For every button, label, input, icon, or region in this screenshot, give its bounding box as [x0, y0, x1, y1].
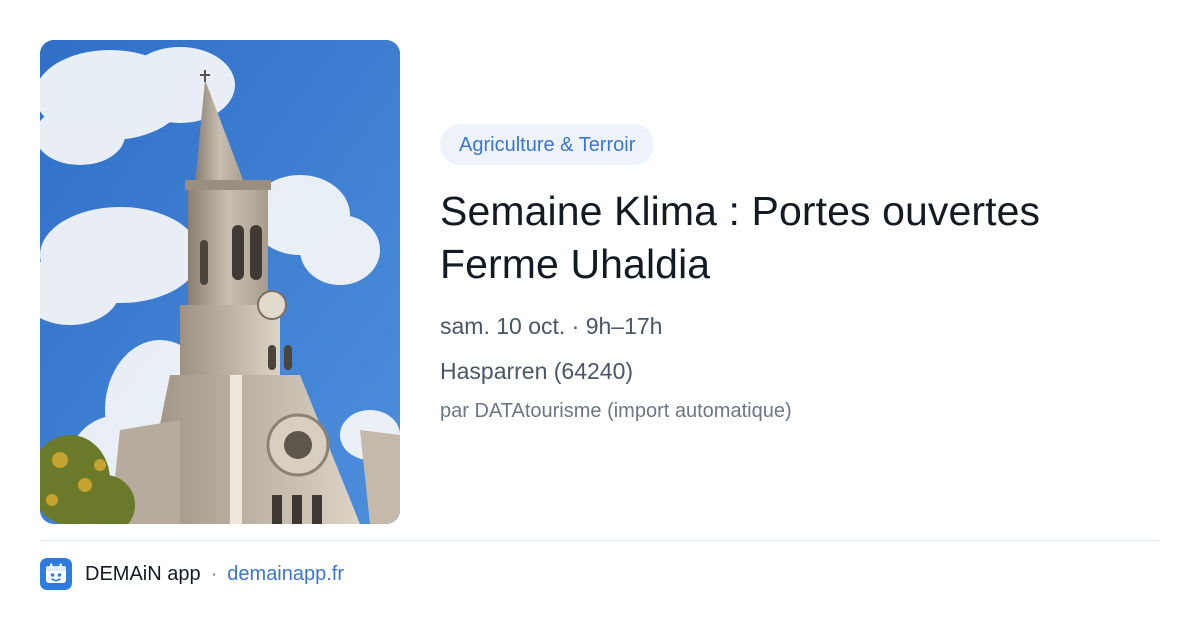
event-title: Semaine Klima : Portes ouvertes Ferme Uh…	[440, 188, 1041, 287]
footer-divider	[40, 540, 1160, 541]
app-name: DEMAiN app	[85, 562, 201, 585]
demain-app-icon	[40, 558, 72, 590]
event-location: Hasparren (64240)	[440, 358, 634, 384]
category-tag[interactable]: Agriculture & Terroir	[440, 124, 655, 165]
app-website-link[interactable]: demainapp.fr	[227, 563, 344, 586]
event-datetime: sam. 10 oct. · 9h–17h	[440, 313, 663, 339]
footer-separator: ·	[210, 562, 218, 585]
event-photo	[40, 40, 400, 524]
event-preview-card: Agriculture & Terroir Semaine Klima : Po…	[0, 0, 1200, 630]
event-source: par DATAtourisme (import automatique)	[440, 400, 792, 422]
footer: DEMAiN app · demainapp.fr	[40, 558, 344, 590]
event-details: Agriculture & Terroir Semaine Klima : Po…	[440, 124, 1160, 424]
